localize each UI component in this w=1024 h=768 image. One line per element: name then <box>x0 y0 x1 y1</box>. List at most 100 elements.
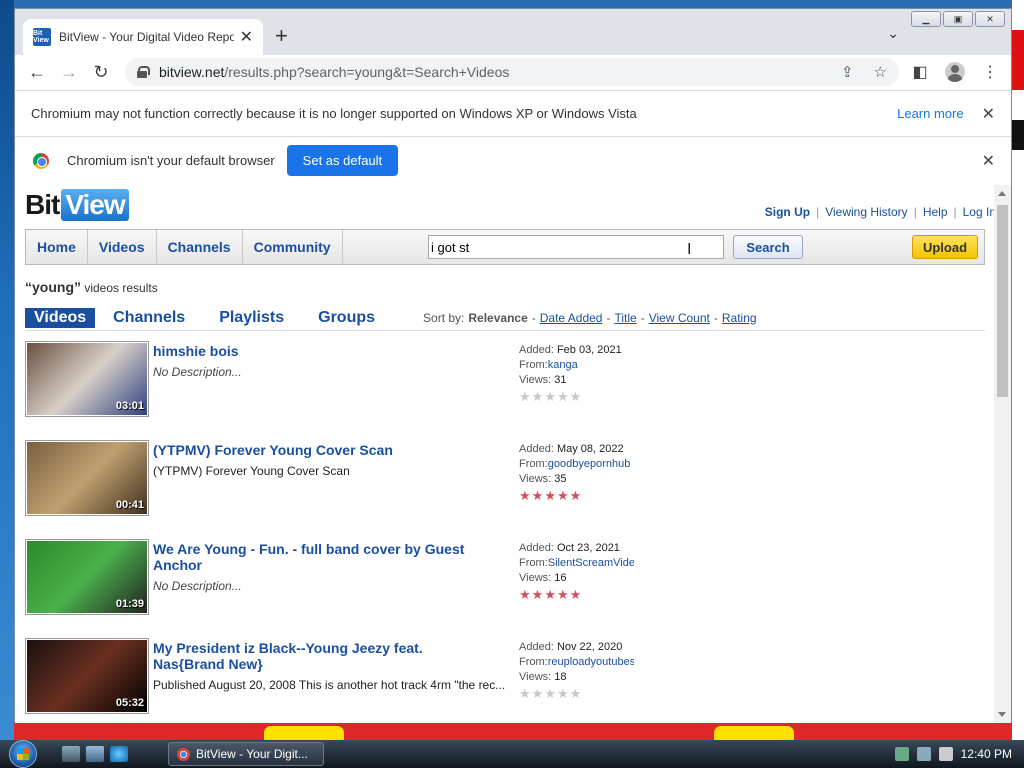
video-description: Published August 20, 2008 This is anothe… <box>153 678 506 692</box>
nav-videos[interactable]: Videos <box>88 230 157 264</box>
show-desktop-icon[interactable] <box>62 746 80 762</box>
star-icon: ★ <box>556 389 569 404</box>
tab-search-chevron-icon[interactable]: ⌄ <box>887 25 899 42</box>
tab-title: BitView - Your Digital Video Repo <box>59 30 234 44</box>
close-infobar-icon[interactable]: ✕ <box>982 104 995 124</box>
video-description: No Description... <box>153 579 242 593</box>
learn-more-link[interactable]: Learn more <box>897 106 963 121</box>
volume-muted-icon[interactable] <box>938 747 953 761</box>
star-icon: ★ <box>556 686 569 701</box>
added-label: Added: <box>519 443 554 455</box>
from-label: From: <box>519 557 548 569</box>
quick-launch <box>62 746 128 762</box>
taskbar-browser-button[interactable]: BitView - Your Digit... <box>168 742 324 766</box>
url-path: /results.php?search=young&t=Search+Video… <box>224 64 510 80</box>
scroll-thumb[interactable] <box>997 205 1008 397</box>
default-browser-message: Chromium isn't your default browser <box>67 153 275 168</box>
video-thumbnail[interactable]: 05:32 <box>25 638 149 714</box>
browser-tab[interactable]: Bit View BitView - Your Digital Video Re… <box>23 19 263 55</box>
search-button[interactable]: Search <box>733 235 803 259</box>
tab-videos[interactable]: Videos <box>25 307 96 328</box>
star-icon: ★ <box>519 389 531 404</box>
star-icon: ★ <box>569 587 582 602</box>
scroll-up-arrow-icon[interactable] <box>998 191 1006 196</box>
video-meta: Added: Oct 23, 2021 From:SilentScreamVide… <box>519 541 639 601</box>
video-title-link[interactable]: My President iz Black--Young Jeezy feat.… <box>153 640 483 672</box>
tab-groups[interactable]: Groups <box>310 307 383 329</box>
system-tray: 12:40 PM <box>883 747 1024 761</box>
tab-playlists[interactable]: Playlists <box>211 307 292 329</box>
star-icon: ★ <box>556 587 569 602</box>
uploader-link[interactable]: goodbyepornhub <box>548 457 631 472</box>
video-title-link[interactable]: We Are Young - Fun. - full band cover by… <box>153 541 483 573</box>
address-bar[interactable]: bitview.net/results.php?search=young&t=S… <box>125 58 899 86</box>
network-tray-icon[interactable] <box>894 747 909 761</box>
profile-avatar-icon[interactable] <box>945 62 965 82</box>
minimize-button[interactable]: ▁ <box>911 11 941 27</box>
sort-date-added[interactable]: Date Added <box>540 311 603 325</box>
sort-rating[interactable]: Rating <box>722 311 757 325</box>
set-as-default-button[interactable]: Set as default <box>286 145 399 176</box>
close-tab-icon[interactable]: ✕ <box>240 27 253 47</box>
menu-kebab-icon[interactable]: ⋮ <box>979 58 1001 86</box>
star-icon: ★ <box>569 686 582 701</box>
new-tab-icon[interactable]: + <box>275 23 288 49</box>
video-description: (YTPMV) Forever Young Cover Scan <box>153 464 350 478</box>
video-thumbnail[interactable]: 00:41 <box>25 440 149 516</box>
display-tray-icon[interactable] <box>916 747 931 761</box>
desktop-bottom-edge <box>14 722 1012 740</box>
star-icon: ★ <box>569 488 582 503</box>
video-duration: 05:32 <box>115 697 144 709</box>
thumbnail-image: 03:01 <box>27 343 147 415</box>
sort-title[interactable]: Title <box>614 311 636 325</box>
switch-windows-icon[interactable] <box>86 746 104 762</box>
clock[interactable]: 12:40 PM <box>961 747 1012 761</box>
default-browser-infobar: Chromium isn't your default browser Set … <box>15 136 1011 184</box>
viewing-history-link[interactable]: Viewing History <box>825 205 907 219</box>
video-title-link[interactable]: himshie bois <box>153 343 483 359</box>
from-label: From: <box>519 359 548 371</box>
video-duration: 01:39 <box>115 598 144 610</box>
nav-home[interactable]: Home <box>26 230 88 264</box>
uploader-link[interactable]: reuploadyoutubes <box>548 655 634 670</box>
nav-channels[interactable]: Channels <box>157 230 243 264</box>
help-link[interactable]: Help <box>923 205 948 219</box>
scroll-down-arrow-icon[interactable] <box>998 712 1006 717</box>
reload-icon[interactable]: ↻ <box>87 58 115 86</box>
star-icon: ★ <box>544 389 556 404</box>
side-panel-icon[interactable]: ◧ <box>909 58 931 86</box>
internet-explorer-icon[interactable] <box>110 746 128 762</box>
added-date: Feb 03, 2021 <box>556 344 622 356</box>
start-button[interactable] <box>0 740 46 768</box>
views-label: Views: <box>519 473 552 485</box>
video-thumbnail[interactable]: 03:01 <box>25 341 149 417</box>
back-arrow-icon[interactable]: ← <box>23 58 51 86</box>
sort-view-count[interactable]: View Count <box>649 311 710 325</box>
forward-arrow-icon[interactable]: → <box>55 58 83 86</box>
browser-window: Bit View BitView - Your Digital Video Re… <box>14 8 1012 723</box>
search-input[interactable] <box>428 235 724 259</box>
close-default-infobar-icon[interactable]: ✕ <box>982 151 995 171</box>
bookmark-star-icon[interactable]: ☆ <box>874 63 887 81</box>
bitview-logo[interactable]: Bit View <box>25 189 129 221</box>
video-title-link[interactable]: (YTPMV) Forever Young Cover Scan <box>153 442 483 458</box>
nav-community[interactable]: Community <box>243 230 343 264</box>
star-icon: ★ <box>519 686 531 701</box>
uploader-link[interactable]: kanga <box>548 358 578 373</box>
tab-channels[interactable]: Channels <box>105 307 193 329</box>
log-in-link[interactable]: Log In <box>963 205 996 219</box>
thumbnail-image: 00:41 <box>27 442 147 514</box>
video-thumbnail[interactable]: 01:39 <box>25 539 149 615</box>
lock-icon[interactable] <box>137 66 150 78</box>
maximize-button[interactable]: ▣ <box>943 11 973 27</box>
page-scrollbar[interactable] <box>994 185 1011 723</box>
browser-titlebar: Bit View BitView - Your Digital Video Re… <box>15 9 1011 55</box>
taskbar-window-label: BitView - Your Digit... <box>196 747 308 761</box>
video-meta: Added: Feb 03, 2021 From:kanga Views: 31 ★ ★… <box>519 343 639 403</box>
share-icon[interactable]: ⇪ <box>841 63 854 81</box>
uploader-link[interactable]: SilentScreamVideos <box>548 556 634 571</box>
sign-up-link[interactable]: Sign Up <box>765 205 810 219</box>
sort-options: Sort by: Relevance - Date Added - Title - V… <box>423 310 757 325</box>
upload-button[interactable]: Upload <box>912 235 978 259</box>
close-window-button[interactable]: ✕ <box>975 11 1005 27</box>
